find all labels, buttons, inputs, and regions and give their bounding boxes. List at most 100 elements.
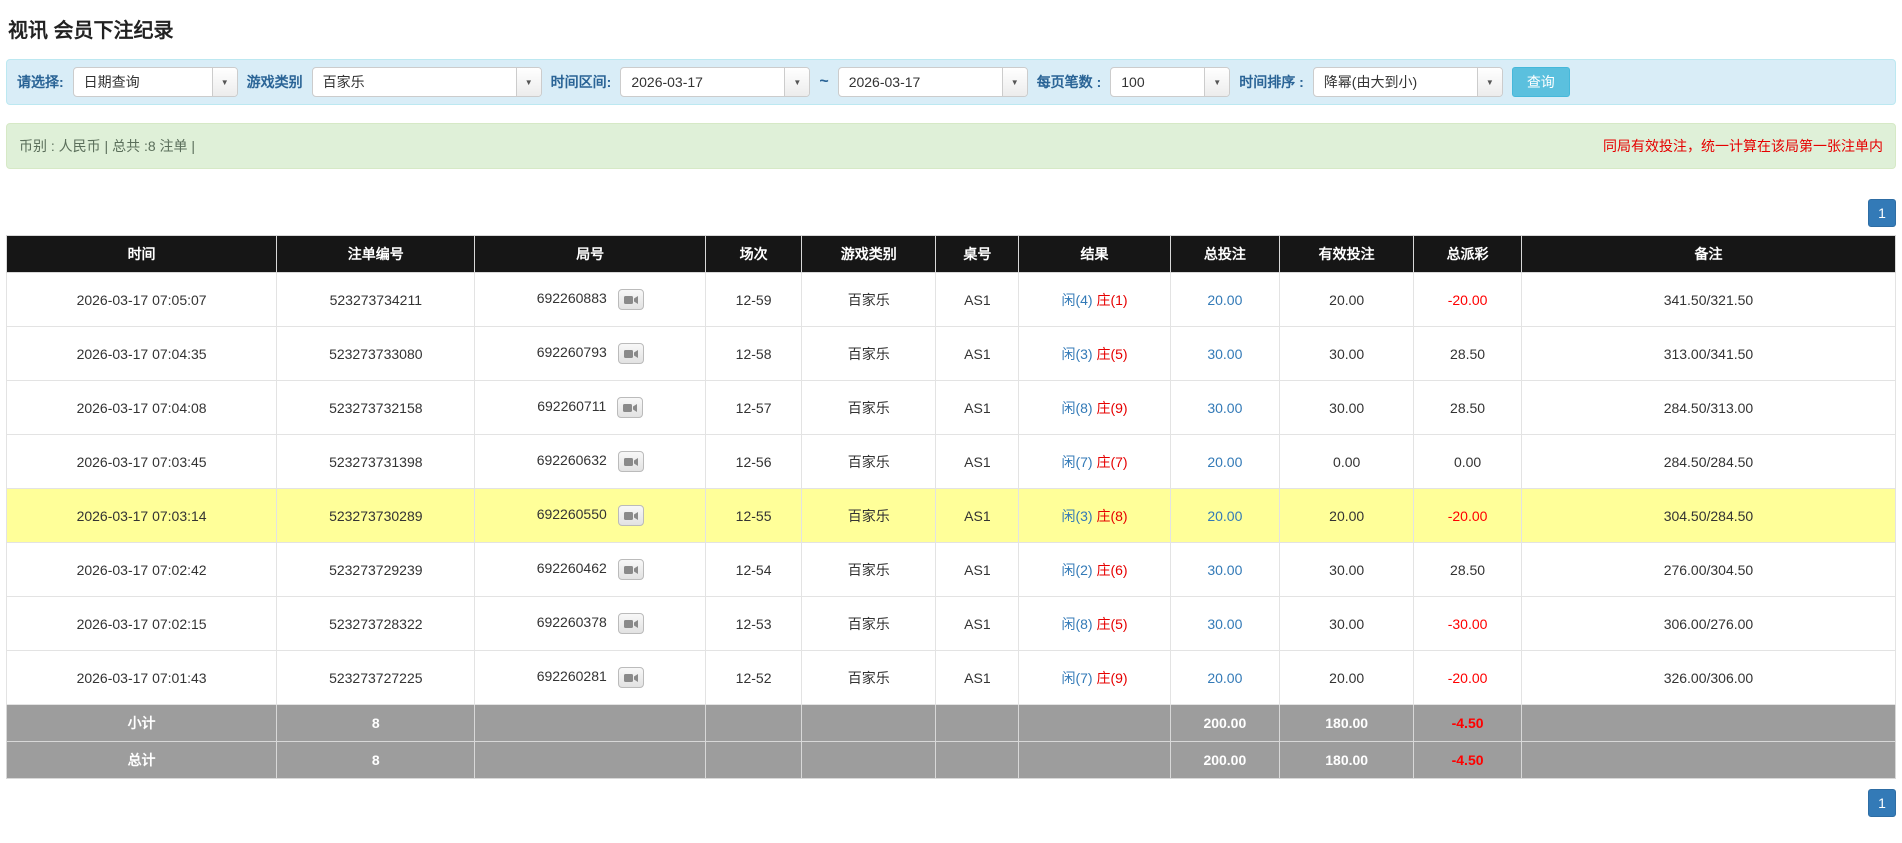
round-id: 692260793: [536, 344, 607, 361]
date-to-combobox[interactable]: 2026-03-17 ▼: [837, 67, 1028, 97]
video-replay-icon[interactable]: [617, 343, 644, 364]
payout-cell: -20.00: [1413, 488, 1522, 543]
time-cell: 2026-03-17 07:04:08: [5, 380, 278, 435]
header-time: 时间: [5, 235, 278, 273]
header-round-id: 局号: [474, 235, 706, 273]
video-replay-icon[interactable]: [617, 505, 644, 526]
remark-cell: 284.50/284.50: [1520, 434, 1897, 489]
subtotal-valid-bet-cell: 180.00: [1279, 704, 1415, 742]
date-range-separator: ~: [819, 73, 829, 90]
player-result: 闲(8): [1061, 615, 1093, 632]
total-bet-link[interactable]: 30.00: [1207, 616, 1242, 632]
total-bet-link[interactable]: 20.00: [1207, 454, 1242, 470]
chevron-down-icon[interactable]: ▼: [1476, 68, 1502, 96]
result-cell: 闲(8) 庄(5): [1018, 596, 1171, 651]
table-no-cell: AS1: [935, 380, 1020, 435]
game-type-cell: 百家乐: [801, 272, 937, 327]
video-replay-icon[interactable]: [617, 667, 644, 688]
subtotal-count-cell: 8: [276, 704, 476, 742]
total-bet-cell: 20.00: [1169, 272, 1281, 327]
time-cell: 2026-03-17 07:02:42: [5, 542, 278, 597]
result-cell: 闲(4) 庄(1): [1018, 272, 1171, 327]
game-type-value: 百家乐: [322, 74, 365, 90]
time-sort-combobox[interactable]: 降幂(由大到小) ▼: [1312, 67, 1503, 97]
page-size-combobox[interactable]: 100 ▼: [1110, 67, 1231, 97]
page-1-button[interactable]: 1: [1868, 199, 1896, 227]
round-id: 692260378: [536, 614, 607, 631]
query-button[interactable]: 查询: [1511, 67, 1570, 97]
header-result: 结果: [1018, 235, 1171, 273]
banker-result: 庄(5): [1096, 345, 1128, 362]
result-cell: 闲(7) 庄(9): [1018, 650, 1171, 705]
video-replay-icon[interactable]: [617, 451, 644, 472]
table-row: 2026-03-17 07:01:43 523273727225 6922602…: [5, 650, 1897, 705]
query-type-combobox[interactable]: 日期查询 ▼: [72, 67, 238, 97]
session-cell: 12-53: [704, 596, 803, 651]
total-bet-cell: 20.00: [1169, 488, 1281, 543]
table-row: 2026-03-17 07:02:15 523273728322 6922603…: [5, 596, 1897, 651]
round-id: 692260550: [536, 506, 607, 523]
player-result: 闲(2): [1061, 561, 1093, 578]
total-bet-link[interactable]: 30.00: [1207, 562, 1242, 578]
chevron-down-icon[interactable]: ▼: [211, 68, 237, 96]
chevron-down-icon[interactable]: ▼: [515, 68, 541, 96]
table-row: 2026-03-17 07:04:08 523273732158 6922607…: [5, 380, 1897, 435]
table-no-cell: AS1: [935, 272, 1020, 327]
remark-cell: 313.00/341.50: [1520, 326, 1897, 381]
header-payout: 总派彩: [1413, 235, 1522, 273]
currency-total-text: 币别 : 人民币 | 总共 :8 注单 |: [19, 138, 196, 154]
game-type-cell: 百家乐: [801, 650, 937, 705]
video-replay-icon[interactable]: [617, 613, 644, 634]
round-cell: 692260883: [474, 272, 706, 327]
session-cell: 12-52: [704, 650, 803, 705]
table-header-row: 时间 注单编号 局号 场次 游戏类别 桌号 结果 总投注 有效投注 总派彩 备注: [5, 235, 1897, 273]
page-title: 视讯 会员下注纪录: [8, 20, 174, 42]
subtotal-total-bet-cell: 200.00: [1169, 704, 1281, 742]
round-cell: 692260632: [474, 434, 706, 489]
valid-bet-cell: 30.00: [1279, 596, 1415, 651]
chevron-down-icon[interactable]: ▼: [1204, 68, 1230, 96]
payout-cell: -30.00: [1413, 596, 1522, 651]
table-no-cell: AS1: [935, 542, 1020, 597]
total-bet-link[interactable]: 20.00: [1207, 670, 1242, 686]
round-id: 692260711: [537, 398, 607, 415]
payout-cell: 28.50: [1413, 326, 1522, 381]
video-replay-icon[interactable]: [617, 559, 644, 580]
header-table-no: 桌号: [935, 235, 1020, 273]
table-row: 2026-03-17 07:05:07 523273734211 6922608…: [5, 272, 1897, 327]
game-type-cell: 百家乐: [801, 596, 937, 651]
result-cell: 闲(7) 庄(7): [1018, 434, 1171, 489]
chevron-down-icon[interactable]: ▼: [1001, 68, 1027, 96]
payout-cell: -20.00: [1413, 650, 1522, 705]
page-1-button[interactable]: 1: [1868, 789, 1896, 817]
header-valid-bet: 有效投注: [1279, 235, 1415, 273]
total-bet-link[interactable]: 30.00: [1207, 346, 1242, 362]
total-bet-link[interactable]: 20.00: [1207, 508, 1242, 524]
table-body: 2026-03-17 07:05:07 523273734211 6922608…: [5, 272, 1897, 705]
valid-bet-cell: 20.00: [1279, 272, 1415, 327]
result-cell: 闲(3) 庄(8): [1018, 488, 1171, 543]
remark-cell: 326.00/306.00: [1520, 650, 1897, 705]
chevron-down-icon[interactable]: ▼: [784, 68, 810, 96]
header-total-bet: 总投注: [1169, 235, 1281, 273]
total-total-bet-cell: 200.00: [1169, 741, 1281, 779]
session-cell: 12-56: [704, 434, 803, 489]
summary-info-bar: 币别 : 人民币 | 总共 :8 注单 | 同局有效投注，统一计算在该局第一张注…: [6, 123, 1896, 169]
total-bet-link[interactable]: 20.00: [1207, 292, 1242, 308]
result-cell: 闲(8) 庄(9): [1018, 380, 1171, 435]
date-from-combobox[interactable]: 2026-03-17 ▼: [620, 67, 811, 97]
video-replay-icon[interactable]: [617, 397, 644, 418]
bet-id-cell: 523273727225: [276, 650, 476, 705]
payout-cell: -20.00: [1413, 272, 1522, 327]
game-type-cell: 百家乐: [801, 380, 937, 435]
video-replay-icon[interactable]: [617, 289, 644, 310]
total-bet-link[interactable]: 30.00: [1207, 400, 1242, 416]
player-result: 闲(8): [1061, 399, 1093, 416]
player-result: 闲(7): [1061, 669, 1093, 686]
valid-bet-cell: 0.00: [1279, 434, 1415, 489]
table-no-cell: AS1: [935, 650, 1020, 705]
table-row: 2026-03-17 07:03:45 523273731398 6922606…: [5, 434, 1897, 489]
bet-id-cell: 523273732158: [276, 380, 476, 435]
valid-bet-notice-text: 同局有效投注，统一计算在该局第一张注单内: [1603, 138, 1883, 154]
game-type-combobox[interactable]: 百家乐 ▼: [311, 67, 542, 97]
